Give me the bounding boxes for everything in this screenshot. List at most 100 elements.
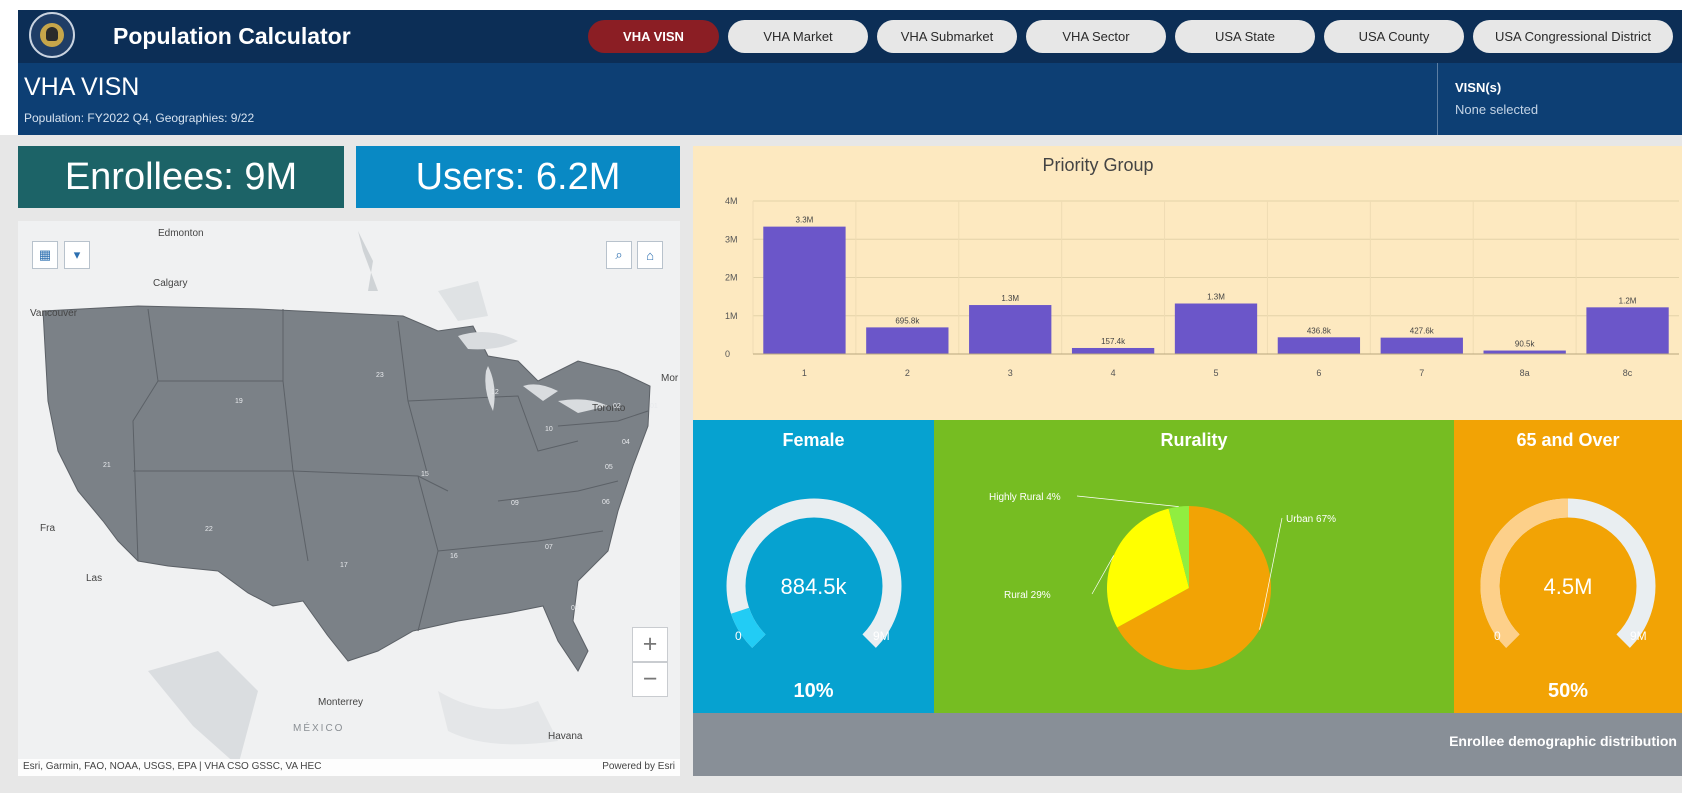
visn-filter-value[interactable]: None selected (1455, 102, 1538, 117)
pie-slice-label: Highly Rural 4% (989, 492, 1061, 503)
female-value: 884.5k (780, 574, 847, 599)
bar-priority-4[interactable] (1071, 347, 1155, 354)
home-icon[interactable]: ⌂ (637, 241, 663, 269)
tab-usa-state[interactable]: USA State (1175, 20, 1315, 53)
bar-priority-8a[interactable] (1483, 350, 1566, 354)
x-tick-label: 8c (1623, 368, 1633, 378)
bar-priority-6[interactable] (1277, 337, 1361, 354)
map-label-montreal: Mor (661, 373, 679, 384)
bar-data-label: 1.3M (1207, 293, 1225, 302)
footer-text: Enrollee demographic distribution (1449, 733, 1677, 749)
visn-label: 01 (650, 403, 658, 410)
rurality-panel: Rurality Urban 67% Rural 29% Highly Rural … (934, 420, 1454, 713)
x-tick-label: 5 (1213, 368, 1218, 378)
pie-label-connector (1076, 495, 1179, 507)
bar-data-label: 427.6k (1410, 327, 1435, 336)
visn-label: 21 (103, 462, 111, 469)
over65-max: 9M (1630, 629, 1647, 643)
x-tick-label: 6 (1316, 368, 1321, 378)
va-seal-logo (29, 12, 75, 58)
map-label-vancouver: Vancouver (30, 308, 78, 319)
users-kpi: Users: 6.2M (356, 146, 680, 208)
attribution-text: Esri, Garmin, FAO, NOAA, USGS, EPA | VHA… (23, 761, 322, 772)
map-label-havana: Havana (548, 731, 583, 742)
visn-label: 09 (511, 500, 519, 507)
visn-label: 17 (340, 562, 348, 569)
x-tick-label: 8a (1520, 368, 1530, 378)
map-label-fra: Fra (40, 523, 55, 534)
map-label-calgary: Calgary (153, 278, 188, 289)
map-label-monterrey: Monterrey (318, 697, 364, 708)
over65-min: 0 (1494, 629, 1501, 643)
tab-vha-submarket[interactable]: VHA Submarket (877, 20, 1017, 53)
bar-data-label: 157.4k (1101, 337, 1126, 346)
visn-label: 10 (545, 426, 553, 433)
powered-by-esri[interactable]: Powered by Esri (602, 761, 675, 772)
search-icon[interactable]: ⌕ (606, 241, 632, 269)
over65-percent: 50% (1547, 680, 1589, 702)
tab-vha-visn[interactable]: VHA VISN (588, 20, 719, 53)
gauge-fill (731, 607, 766, 648)
bar-data-label: 1.3M (1001, 294, 1019, 303)
x-tick-label: 4 (1111, 368, 1116, 378)
tab-vha-sector[interactable]: VHA Sector (1026, 20, 1166, 53)
top-header: Population Calculator VHA VISN VHA Marke… (18, 10, 1682, 63)
female-max: 9M (873, 629, 890, 643)
pie-slice-label: Urban 67% (1286, 514, 1336, 525)
zoom-in-button[interactable]: + (632, 627, 668, 662)
priority-group-chart: Priority Group 0 1M 2M 3M 4M 3.3M 1 695.8k 2 1.3M… (693, 146, 1682, 420)
x-tick-label: 2 (905, 368, 910, 378)
bar-data-label: 3.3M (796, 216, 814, 225)
bar-priority-5[interactable] (1174, 303, 1258, 354)
female-gauge (726, 498, 902, 648)
visn-label: 06 (602, 499, 610, 506)
map-attribution: Esri, Garmin, FAO, NOAA, USGS, EPA | VHA… (18, 759, 680, 776)
female-percent: 10% (793, 680, 834, 702)
app-title: Population Calculator (113, 23, 351, 49)
visn-map[interactable]: ▦ ▾ ⌕ ⌂ Edmonton Calgary Vancouver Toron… (18, 221, 680, 776)
over65-value: 4.5M (1543, 574, 1593, 599)
x-tick-label: 1 (802, 368, 807, 378)
enrollees-kpi: Enrollees: 9M (18, 146, 344, 208)
visn-label: 08 (571, 605, 579, 612)
y-tick-label: 0 (725, 349, 730, 359)
bar-data-label: 695.8k (895, 316, 920, 325)
bar-priority-2[interactable] (866, 327, 949, 354)
visn-label: 23 (376, 372, 384, 379)
tab-vha-market[interactable]: VHA Market (728, 20, 868, 53)
bar-priority-1[interactable] (763, 226, 846, 354)
bar-data-label: 90.5k (1515, 340, 1536, 349)
pie-slice-label: Rural 29% (1004, 590, 1051, 601)
zoom-out-button[interactable]: − (632, 662, 668, 697)
sub-header: VHA VISN Population: FY2022 Q4, Geograph… (18, 63, 1682, 135)
visn-label: 04 (622, 439, 630, 446)
y-tick-label: 3M (725, 234, 738, 244)
x-tick-label: 3 (1008, 368, 1013, 378)
visn-label: 16 (450, 553, 458, 560)
map-label-mexico: MÉXICO (293, 723, 345, 734)
y-tick-label: 1M (725, 311, 738, 321)
chevron-down-icon[interactable]: ▾ (64, 241, 90, 269)
over65-panel: 65 and Over 4.5M 0 9M 50% (1454, 420, 1682, 713)
bar-priority-7[interactable] (1380, 337, 1463, 354)
visn-label: 12 (491, 389, 499, 396)
x-tick-label: 7 (1419, 368, 1424, 378)
visn-label: 22 (205, 526, 213, 533)
tab-usa-congressional-district[interactable]: USA Congressional District (1473, 20, 1673, 53)
visn-label: 02 (613, 403, 621, 410)
population-meta: Population: FY2022 Q4, Geographies: 9/22 (24, 111, 255, 125)
over65-gauge (1480, 498, 1656, 648)
tab-usa-county[interactable]: USA County (1324, 20, 1464, 53)
page-title: VHA VISN (24, 73, 140, 101)
visn-filter-label: VISN(s) (1455, 80, 1502, 95)
bar-priority-8c[interactable] (1586, 307, 1669, 354)
visn-label: 07 (545, 544, 553, 551)
demographic-footer: Enrollee demographic distribution (693, 713, 1682, 776)
bar-data-label: 436.8k (1307, 326, 1332, 335)
visn-label: 15 (421, 471, 429, 478)
y-tick-label: 4M (725, 196, 738, 206)
population-calculator-app: Population Calculator VHA VISN VHA Marke… (0, 0, 1682, 793)
layer-list-icon[interactable]: ▦ (32, 241, 58, 269)
female-min: 0 (735, 629, 742, 643)
bar-priority-3[interactable] (969, 305, 1052, 354)
